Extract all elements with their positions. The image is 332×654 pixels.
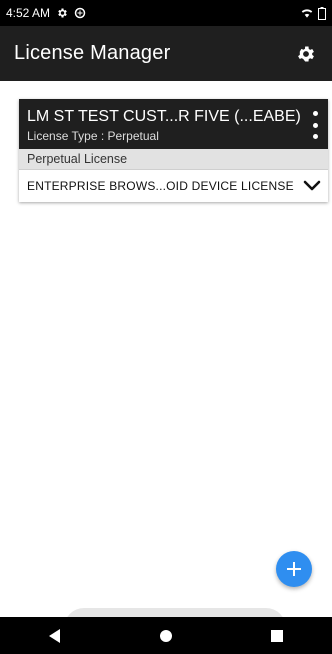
license-item-label: ENTERPRISE BROWS...OID DEVICE LICENSE — [27, 179, 294, 193]
recents-button[interactable] — [257, 621, 297, 651]
navigation-bar — [0, 617, 332, 654]
data-saver-icon — [74, 7, 86, 19]
settings-icon — [298, 46, 314, 61]
license-section-label: Perpetual License — [19, 149, 328, 170]
status-bar: 4:52 AM — [0, 0, 332, 26]
wifi-icon — [300, 7, 314, 19]
app-title: License Manager — [14, 42, 171, 64]
home-button[interactable] — [146, 621, 186, 651]
settings-status-icon — [56, 7, 68, 19]
status-time: 4:52 AM — [6, 6, 51, 20]
add-license-button[interactable] — [276, 551, 312, 587]
license-item-row[interactable]: ENTERPRISE BROWS...OID DEVICE LICENSE — [19, 170, 328, 202]
license-list: LM ST TEST CUST...R FIVE (...EABE) Licen… — [0, 81, 332, 648]
back-button[interactable] — [35, 621, 75, 651]
more-vert-icon — [312, 111, 318, 116]
license-title: LM ST TEST CUST...R FIVE (...EABE) — [27, 108, 301, 125]
chevron-down-icon[interactable] — [302, 178, 322, 194]
settings-button[interactable] — [292, 40, 320, 68]
app-bar: License Manager — [0, 26, 332, 81]
license-type: License Type : Perpetual — [27, 129, 159, 143]
license-card[interactable]: LM ST TEST CUST...R FIVE (...EABE) Licen… — [19, 99, 328, 202]
card-menu-button[interactable] — [308, 111, 322, 139]
battery-icon — [318, 6, 326, 20]
license-card-header: LM ST TEST CUST...R FIVE (...EABE) Licen… — [19, 99, 328, 149]
recents-icon — [270, 629, 283, 642]
home-icon — [159, 629, 172, 642]
plus-icon — [287, 562, 301, 576]
back-icon — [49, 628, 61, 643]
